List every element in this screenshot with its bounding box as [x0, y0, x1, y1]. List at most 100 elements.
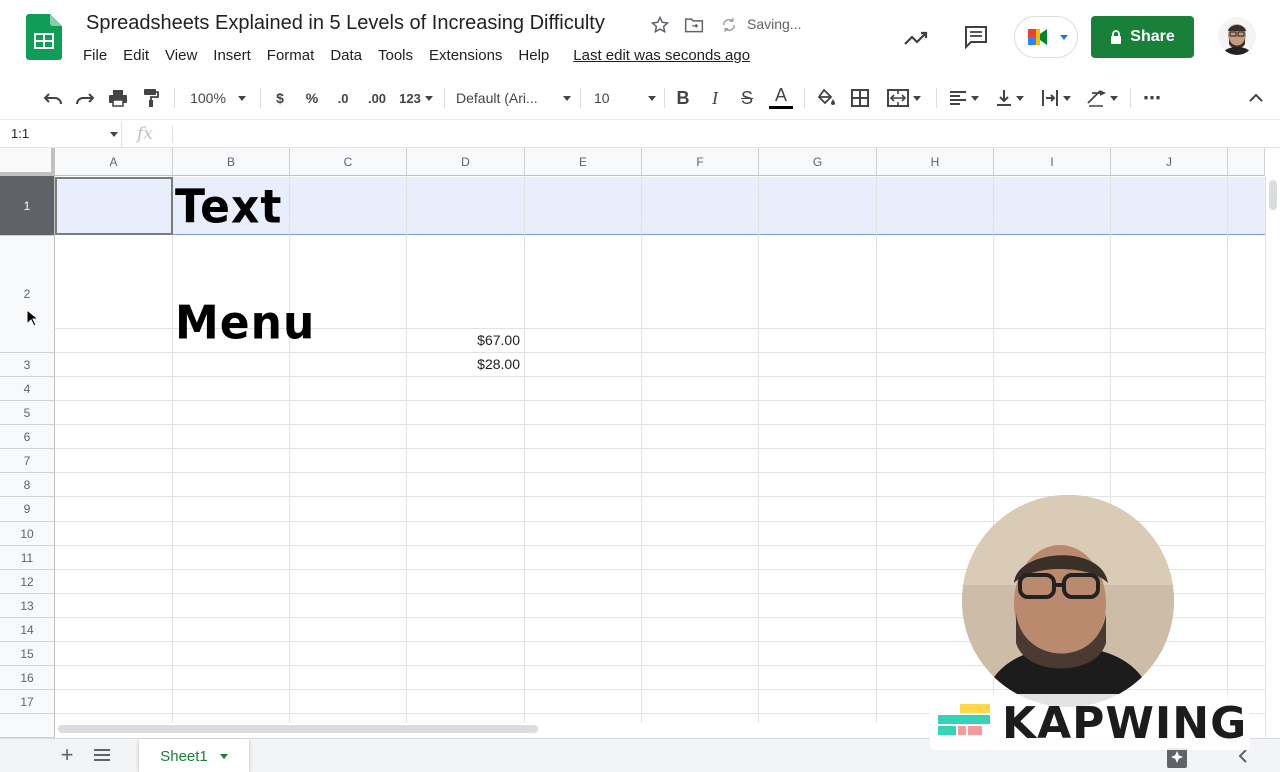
- column-header-h[interactable]: H: [877, 148, 994, 176]
- cell-b2[interactable]: Menu: [175, 297, 315, 351]
- activity-dashboard-icon[interactable]: [900, 24, 932, 52]
- column-header-a[interactable]: A: [55, 148, 173, 176]
- sheet-tab-label: Sheet1: [160, 747, 208, 765]
- document-title[interactable]: Spreadsheets Explained in 5 Levels of In…: [86, 12, 605, 35]
- currency-format-button[interactable]: $: [268, 84, 292, 112]
- borders-icon[interactable]: [848, 84, 872, 112]
- more-formats-select[interactable]: 123: [396, 84, 436, 112]
- name-box[interactable]: 1:1: [0, 121, 122, 147]
- toolbar-divider: [664, 88, 665, 108]
- italic-button[interactable]: I: [704, 84, 726, 112]
- print-icon[interactable]: [105, 84, 131, 112]
- active-cell-a1[interactable]: [55, 177, 173, 235]
- row-header-18[interactable]: [0, 714, 55, 738]
- move-folder-icon[interactable]: [682, 13, 706, 37]
- menu-edit[interactable]: Edit: [115, 45, 157, 66]
- explore-icon[interactable]: [1166, 747, 1188, 769]
- row-header-10[interactable]: 10: [0, 522, 55, 546]
- menu-help[interactable]: Help: [510, 45, 557, 66]
- horizontal-align-select[interactable]: [944, 84, 984, 112]
- redo-icon[interactable]: [72, 84, 98, 112]
- chevron-down-icon: [1110, 95, 1118, 101]
- collapse-toolbar-icon[interactable]: [1244, 84, 1268, 112]
- text-color-button[interactable]: A: [768, 84, 794, 112]
- title-bar: Spreadsheets Explained in 5 Levels of In…: [0, 0, 1280, 76]
- text-wrapping-select[interactable]: [1036, 84, 1076, 112]
- strikethrough-button[interactable]: S: [736, 84, 758, 112]
- fill-color-icon[interactable]: [814, 84, 838, 112]
- menu-extensions[interactable]: Extensions: [421, 45, 510, 66]
- zoom-select[interactable]: 100%: [184, 84, 252, 112]
- menu-tools[interactable]: Tools: [370, 45, 421, 66]
- row-header-5[interactable]: 5: [0, 401, 55, 425]
- row-header-11[interactable]: 11: [0, 546, 55, 570]
- horizontal-scroll-thumb[interactable]: [58, 725, 538, 733]
- toolbar-divider: [174, 88, 175, 108]
- undo-icon[interactable]: [40, 84, 66, 112]
- row-header-13[interactable]: 13: [0, 594, 55, 618]
- side-panel-toggle-icon[interactable]: [1238, 749, 1252, 765]
- menu-view[interactable]: View: [157, 45, 205, 66]
- row-header-7[interactable]: 7: [0, 449, 55, 473]
- row-header-6[interactable]: 6: [0, 425, 55, 449]
- paint-format-icon[interactable]: [138, 84, 164, 112]
- column-header-f[interactable]: F: [642, 148, 759, 176]
- share-button[interactable]: Share: [1091, 16, 1194, 58]
- meet-button[interactable]: [1014, 16, 1078, 58]
- row-header-4[interactable]: 4: [0, 377, 55, 401]
- add-sheet-icon[interactable]: +: [56, 744, 78, 767]
- column-header-i[interactable]: I: [994, 148, 1111, 176]
- sheet-tab-sheet1[interactable]: Sheet1: [139, 739, 249, 772]
- row-header-1[interactable]: 1: [0, 176, 55, 236]
- column-header-g[interactable]: G: [759, 148, 877, 176]
- row-header-12[interactable]: 12: [0, 570, 55, 594]
- vertical-scrollbar[interactable]: [1265, 176, 1280, 738]
- row-header-2[interactable]: 2: [0, 236, 55, 353]
- merge-cells-select[interactable]: [882, 84, 926, 112]
- star-icon[interactable]: [648, 13, 672, 37]
- menu-data[interactable]: Data: [322, 45, 370, 66]
- cell-b1[interactable]: Text: [175, 181, 282, 235]
- font-size-select[interactable]: 10: [590, 84, 656, 112]
- column-header-d[interactable]: D: [407, 148, 525, 176]
- select-all-corner[interactable]: [0, 148, 55, 176]
- row-header-3[interactable]: 3: [0, 353, 55, 377]
- comment-icon[interactable]: [960, 22, 992, 52]
- text-rotation-select[interactable]: [1082, 84, 1122, 112]
- toolbar-divider: [580, 88, 581, 108]
- font-family-select[interactable]: Default (Ari...: [456, 84, 571, 112]
- fx-icon: fx: [137, 124, 153, 144]
- column-header-j[interactable]: J: [1111, 148, 1228, 176]
- toolbar-divider: [804, 88, 805, 108]
- last-edit-link[interactable]: Last edit was seconds ago: [565, 45, 758, 66]
- formula-input[interactable]: [180, 126, 1260, 144]
- mouse-cursor-icon: [26, 308, 40, 327]
- menu-format[interactable]: Format: [259, 45, 323, 66]
- column-header-c[interactable]: C: [290, 148, 407, 176]
- percent-format-button[interactable]: %: [300, 84, 324, 112]
- meet-caret-icon: [1060, 34, 1068, 40]
- bold-button[interactable]: B: [672, 84, 694, 112]
- row-header-15[interactable]: 15: [0, 642, 55, 666]
- row-header-8[interactable]: 8: [0, 473, 55, 497]
- decrease-decimal-button[interactable]: .0: [330, 84, 356, 112]
- menu-file[interactable]: File: [75, 45, 115, 66]
- more-formats-label: 123: [399, 90, 421, 106]
- vertical-scroll-thumb[interactable]: [1269, 180, 1277, 210]
- column-header-k[interactable]: [1228, 148, 1265, 176]
- row-header-16[interactable]: 16: [0, 666, 55, 690]
- menu-insert[interactable]: Insert: [205, 45, 259, 66]
- column-header-b[interactable]: B: [173, 148, 290, 176]
- cell-d3[interactable]: $28.00: [410, 356, 520, 372]
- vertical-align-select[interactable]: [990, 84, 1030, 112]
- cell-d2[interactable]: $67.00: [410, 332, 520, 348]
- column-header-e[interactable]: E: [525, 148, 642, 176]
- row-header-9[interactable]: 9: [0, 497, 55, 522]
- avatar[interactable]: [1218, 17, 1256, 55]
- all-sheets-icon[interactable]: [93, 748, 113, 764]
- more-options-button[interactable]: ⋯: [1140, 84, 1164, 112]
- row-header-17[interactable]: 17: [0, 690, 55, 714]
- increase-decimal-button[interactable]: .00: [362, 84, 392, 112]
- row-header-14[interactable]: 14: [0, 618, 55, 642]
- sheets-logo-icon[interactable]: [26, 14, 62, 60]
